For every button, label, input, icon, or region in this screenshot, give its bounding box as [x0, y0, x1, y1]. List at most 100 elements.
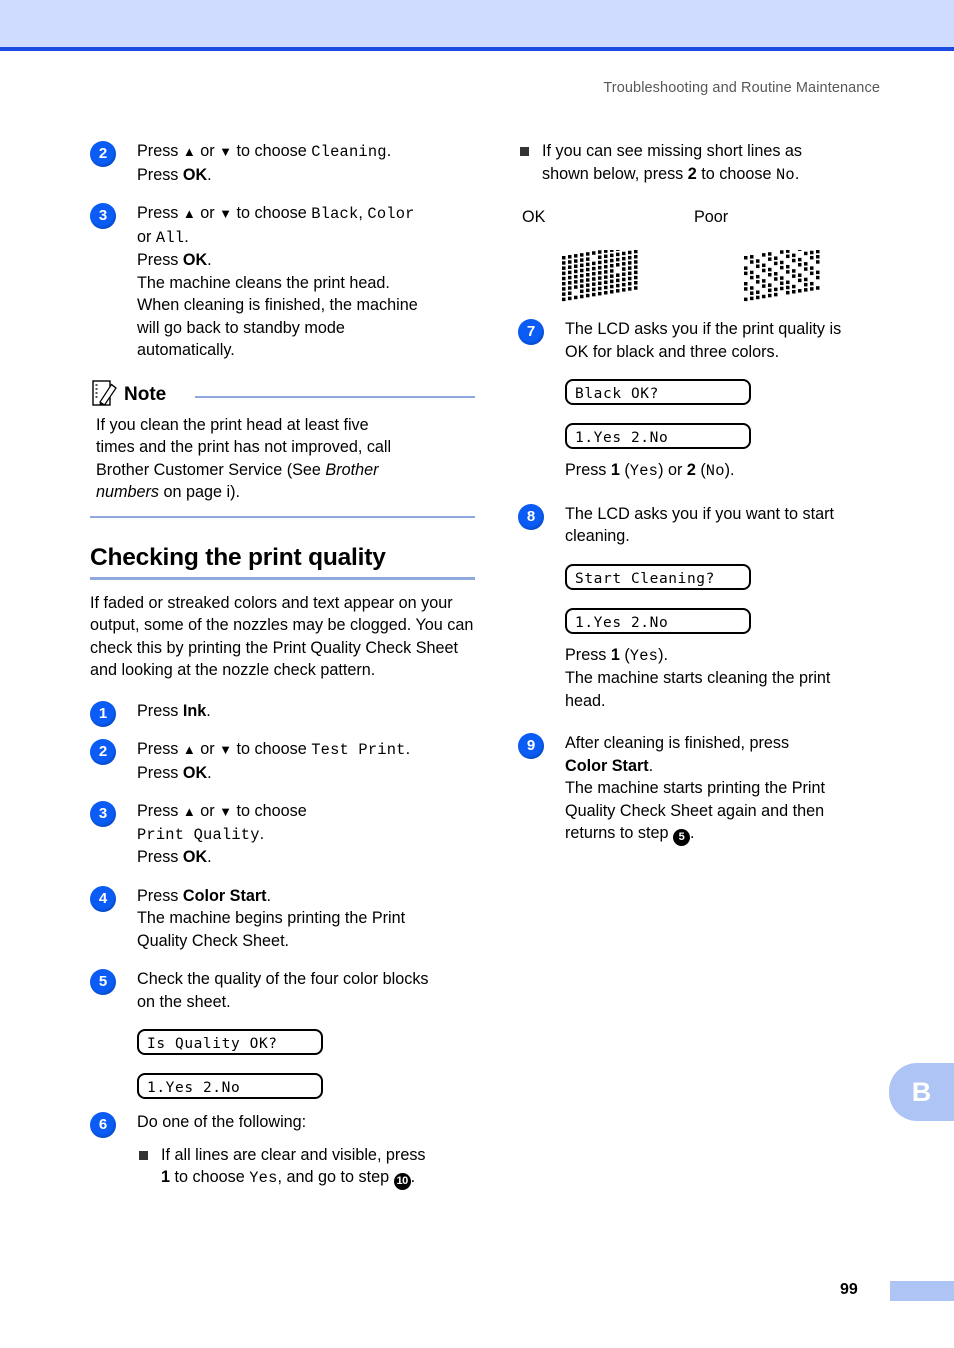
text-line: Press OK.	[137, 763, 212, 782]
text-line: Brother Customer Service (See Brother	[96, 460, 379, 479]
nozzle-pattern-poor-icon	[742, 244, 824, 307]
text-line: After cleaning is finished, press	[565, 734, 790, 752]
square-bullet-icon	[139, 1150, 148, 1160]
text-line: Press 1 (Yes).	[565, 645, 668, 665]
running-header: Troubleshooting and Routine Maintenance	[603, 80, 880, 96]
text-line: If you clean the print head at least fiv…	[96, 415, 369, 434]
text-line: The machine cleans the print head.	[137, 273, 390, 292]
text-line: Check the quality of the four color bloc…	[137, 970, 429, 988]
step-number-badge: 7	[518, 319, 544, 345]
step-reference-badge: 10	[393, 1173, 411, 1190]
square-bullet-icon	[520, 147, 529, 156]
step-3: 3 Press ▲ or ▼ to choose Black, Color or A…	[90, 202, 475, 362]
step-text: The LCD asks you if you want to start cle…	[565, 503, 903, 548]
section-heading: Checking the print quality	[90, 544, 475, 580]
step-number-badge: 2	[90, 739, 116, 765]
text-line: Press ▲ or ▼ to choose Test Print.	[137, 740, 411, 759]
cleaning-steps-list: 2 Press ▲ or ▼ to choose Cleaning. Press O…	[90, 140, 475, 362]
text-line: When cleaning is finished, the machine	[137, 296, 418, 314]
text-line: The machine starts cleaning the print	[565, 669, 831, 687]
step-number-badge: 3	[90, 801, 116, 827]
note-text: If you clean the print head at least fiv…	[90, 414, 475, 504]
step-reference-badge: 5	[672, 829, 690, 846]
text-line: or All.	[137, 227, 189, 247]
header-accent-rule	[0, 47, 954, 51]
text-line: Quality Check Sheet again and then	[565, 801, 825, 820]
section-title: Checking the print quality	[90, 543, 386, 571]
step-text: After cleaning is finished, press Color S…	[565, 732, 903, 846]
step-text: Check the quality of the four color bloc…	[137, 968, 475, 1013]
lcd-yes-no-cleaning: 1.Yes 2.No	[565, 607, 751, 634]
step-number-badge: 4	[90, 885, 116, 912]
step-number-badge: 5	[90, 969, 116, 995]
text-line: The machine begins printing the Print	[137, 909, 406, 927]
step-2: 2 Press ▲ or ▼ to choose Cleaning. Press O…	[90, 140, 475, 186]
note-divider-bottom	[90, 515, 475, 518]
note-block: Note If you clean the print head at leas…	[90, 379, 475, 518]
text-line: times and the print has not improved, ca…	[96, 438, 392, 456]
specimen-label-poor: Poor	[694, 208, 729, 226]
text-line: The machine starts printing the Print	[565, 779, 826, 797]
text-line: Press ▲ or ▼ to choose	[137, 802, 307, 820]
lcd-is-quality-ok: Is Quality OK?	[137, 1029, 323, 1055]
step-text: Press ▲ or ▼ to choose Print Quality. Pres…	[137, 800, 475, 869]
nozzle-specimen-row: OK Poor	[518, 208, 903, 318]
text-line: Press OK.	[137, 848, 212, 866]
text-line: The LCD asks you if the print quality is	[565, 320, 842, 338]
step-6-bullet: If all lines are clear and visible, pres…	[137, 1144, 475, 1190]
text-line: returns to step 5.	[565, 822, 903, 846]
bullet-text: If you can see missing short lines as sho…	[542, 140, 903, 186]
step-8-follow-up: Press 1 (Yes). The machine starts cleanin…	[518, 644, 903, 713]
step-text: The LCD asks you if the print quality is…	[565, 318, 903, 363]
bullet-text: If all lines are clear and visible, pres…	[161, 1144, 475, 1190]
text-line: cleaning.	[565, 527, 630, 545]
text-line: Quality Check Sheet.	[137, 931, 290, 950]
folio-accent-bar	[890, 1281, 954, 1301]
header-accent-band	[0, 0, 954, 47]
step-4: 4 Press Color Start. The machine begins pr…	[90, 885, 475, 953]
page-number: 99	[840, 1281, 858, 1298]
text-line: shown below, press 2 to choose No.	[542, 164, 800, 184]
section-title-rule	[90, 576, 475, 580]
step-number-badge: 8	[518, 503, 544, 530]
step-number-badge: 3	[90, 203, 116, 229]
step-2: 2 Press ▲ or ▼ to choose Test Print. Press…	[90, 738, 475, 784]
text-line: Press 1 (Yes) or 2 (No).	[565, 461, 735, 480]
text-line: If you can see missing short lines as	[542, 142, 803, 160]
step-number-badge: 9	[518, 733, 544, 759]
step-1: 1 Press Ink.	[90, 700, 475, 727]
step-3: 3 Press ▲ or ▼ to choose Print Quality. Pre…	[90, 800, 475, 869]
quality-steps-list: 1 Press Ink. 2 Press ▲ or ▼ to choose Test …	[90, 700, 475, 1014]
step-9: 9 After cleaning is finished, press Color…	[518, 732, 903, 846]
nozzle-pattern-ok-icon	[560, 244, 642, 307]
note-title: Note	[124, 383, 167, 405]
lcd-group-quality: Is Quality OK? 1.Yes 2.No	[90, 1029, 475, 1099]
step-text: Press ▲ or ▼ to choose Cleaning. Press OK…	[137, 140, 475, 186]
text-line: on the sheet.	[137, 992, 231, 1011]
text-line: The LCD asks you if you want to start	[565, 504, 835, 523]
text-line: Press ▲ or ▼ to choose Black, Color	[137, 204, 415, 223]
text-line: Press OK.	[137, 251, 212, 269]
text-line: numbers on page i).	[96, 483, 240, 501]
step-text: Press Ink.	[137, 700, 475, 723]
text-line: automatically.	[137, 341, 235, 359]
specimen-label-ok: OK	[522, 208, 546, 226]
text-line: Press Ink.	[137, 701, 211, 720]
lcd-start-cleaning: Start Cleaning?	[565, 563, 751, 590]
note-header: Note	[90, 379, 475, 412]
step-text: Press ▲ or ▼ to choose Test Print. Press …	[137, 738, 475, 784]
lcd-yes-no-quality: 1.Yes 2.No	[137, 1073, 323, 1099]
step-number-badge: 2	[90, 141, 116, 167]
step-6: 6 Do one of the following: If all lines …	[90, 1111, 475, 1190]
text-line: head.	[565, 691, 606, 710]
lcd-group-black-ok: Black OK? 1.Yes 2.No	[518, 379, 903, 449]
text-line: If all lines are clear and visible, pres…	[161, 1145, 426, 1164]
text-line: Press Color Start.	[137, 886, 272, 905]
step-number-badge: 1	[90, 700, 116, 727]
step-8: 8 The LCD asks you if you want to start c…	[518, 503, 903, 548]
step-7-follow-up: Press 1 (Yes) or 2 (No).	[518, 459, 903, 483]
lcd-yes-no-black: 1.Yes 2.No	[565, 423, 751, 449]
step-text: Do one of the following:	[137, 1111, 475, 1134]
text-line: OK for black and three colors.	[565, 342, 780, 361]
lcd-black-ok: Black OK?	[565, 379, 751, 405]
